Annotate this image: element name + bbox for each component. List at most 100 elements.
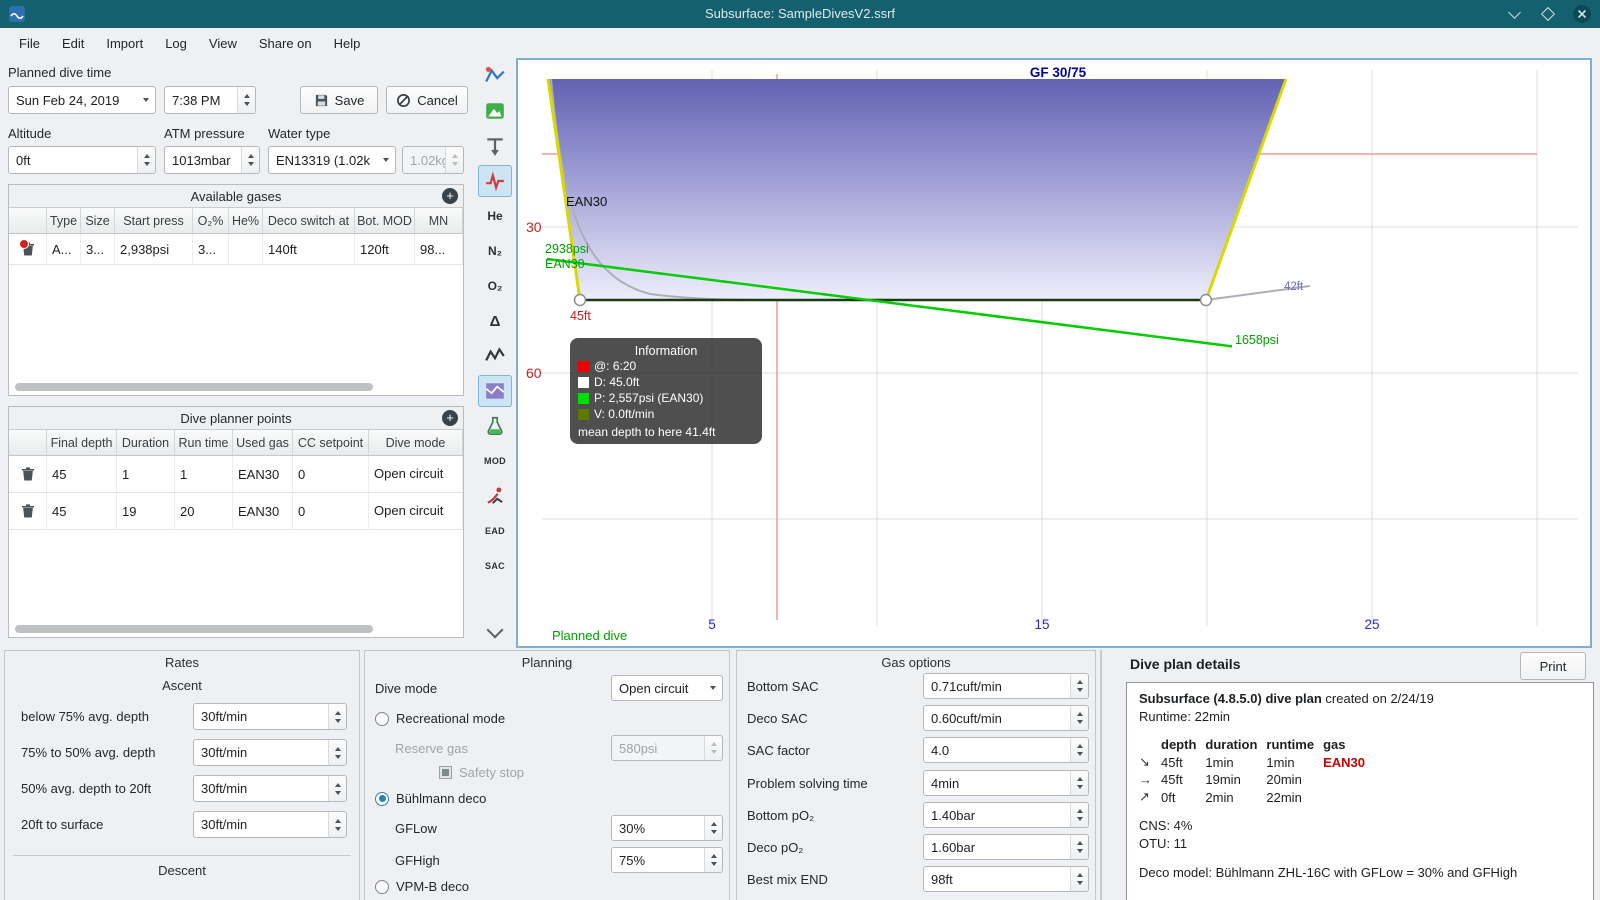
gas-cell-bot-mod[interactable]: 120ft [355,234,415,264]
toolbar-scroll-down-icon[interactable] [478,616,512,648]
point-cell-setpoint[interactable]: 0 [293,493,369,529]
spinner-arrows-icon[interactable] [704,816,722,840]
planner-point-row[interactable]: 45 1 1 EAN30 0 Open circuit [9,456,463,493]
add-point-button[interactable]: + [442,410,458,426]
time-spinner[interactable]: 7:38 PM [164,86,256,114]
water-type-select[interactable]: EN13319 (1.02k [268,146,396,174]
vpmb-deco-radio[interactable]: VPM-B deco [375,879,469,894]
save-button[interactable]: Save [300,86,378,114]
toolbar-gas-icon[interactable] [478,410,512,442]
gas-cell-he[interactable] [229,234,263,264]
spinner-arrows-icon[interactable] [1070,738,1088,762]
spinner-arrows-icon[interactable] [328,776,346,801]
deco-sac-spinner[interactable]: 0.60cuft/min [923,705,1089,731]
toolbar-ndl-icon[interactable] [478,480,512,512]
ascent-rate-spinner-3[interactable]: 30ft/min [193,775,347,802]
points-horizontal-scrollbar[interactable] [15,625,373,633]
toolbar-dc-ceiling-icon[interactable]: Δ [478,305,512,337]
toolbar-mod-icon[interactable]: MOD [478,445,512,477]
problem-solving-time-spinner[interactable]: 4min [923,770,1089,796]
toolbar-pp-o2-icon[interactable]: O₂ [478,270,512,302]
gfhigh-spinner[interactable]: 75% [611,847,723,873]
close-icon[interactable] [1572,4,1592,24]
gas-table-row[interactable]: A... 3... 2,938psi 3... 140ft 120ft 98..… [9,234,463,265]
delete-point-icon[interactable] [20,503,36,519]
ascent-rate-spinner-4[interactable]: 30ft/min [193,811,347,838]
minimize-icon[interactable] [1504,4,1524,24]
dive-mode-select[interactable]: Open circuit [611,675,723,701]
gas-cell-mnd[interactable]: 98... [415,234,463,264]
spinner-arrows-icon[interactable] [328,740,346,765]
gas-cell-start-press[interactable]: 2,938psi [115,234,193,264]
bottom-sac-spinner[interactable]: 0.71cuft/min [923,673,1089,699]
spinner-arrows-icon[interactable] [237,87,255,113]
menu-file[interactable]: File [8,32,51,55]
point-cell-runtime[interactable]: 1 [175,456,233,492]
best-mix-end-spinner[interactable]: 98ft [923,866,1089,892]
menu-share-on[interactable]: Share on [248,32,323,55]
spinner-arrows-icon[interactable] [241,147,259,173]
altitude-spinner[interactable]: 0ft [8,146,156,174]
toolbar-ead-icon[interactable]: EAD [478,515,512,547]
point-cell-setpoint[interactable]: 0 [293,456,369,492]
point-cell-gas[interactable]: EAN30 [233,493,293,529]
panel-splitter[interactable] [1100,650,1102,900]
spinner-arrows-icon[interactable] [704,848,722,872]
gflow-spinner[interactable]: 30% [611,815,723,841]
point-cell-duration[interactable]: 1 [117,456,175,492]
ascent-rate-spinner-2[interactable]: 30ft/min [193,739,347,766]
menu-import[interactable]: Import [95,32,154,55]
delete-point-icon[interactable] [20,466,36,482]
spinner-arrows-icon[interactable] [1070,706,1088,730]
delete-cylinder-icon[interactable] [18,239,36,257]
date-select[interactable]: Sun Feb 24, 2019 [8,86,156,114]
menu-edit[interactable]: Edit [51,32,95,55]
gases-horizontal-scrollbar[interactable] [15,383,373,391]
gas-cell-type[interactable]: A... [47,234,81,264]
toolbar-sac-icon[interactable]: SAC [478,550,512,582]
toolbar-scale-icon[interactable] [478,60,512,92]
dive-profile-chart[interactable]: GF 30/75 30 60 5 15 25 EAN30 2938psi EAN… [516,58,1592,648]
maximize-icon[interactable] [1538,4,1558,24]
point-cell-depth[interactable]: 45 [47,456,117,492]
profile-handle-start[interactable] [573,293,587,307]
bottom-po2-spinner[interactable]: 1.40bar [923,802,1089,828]
add-cylinder-button[interactable]: + [442,188,458,204]
sac-factor-spinner[interactable]: 4.0 [923,737,1089,763]
gas-cell-o2[interactable]: 3... [193,234,229,264]
menu-help[interactable]: Help [323,32,372,55]
point-cell-duration[interactable]: 19 [117,493,175,529]
atm-pressure-spinner[interactable]: 1013mbar [164,146,260,174]
toolbar-pp-he-icon[interactable]: He [478,200,512,232]
toolbar-tissues-icon[interactable] [478,340,512,372]
point-cell-gas[interactable]: EAN30 [233,456,293,492]
deco-po2-spinner[interactable]: 1.60bar [923,834,1089,860]
menu-log[interactable]: Log [154,32,198,55]
point-cell-mode[interactable]: Open circuit [369,493,463,529]
ascent-rate-spinner-1[interactable]: 30ft/min [193,703,347,730]
gas-cell-deco-switch[interactable]: 140ft [263,234,355,264]
menu-view[interactable]: View [198,32,248,55]
gas-cell-size[interactable]: 3... [81,234,115,264]
buhlmann-deco-radio[interactable]: Bühlmann deco [375,791,486,806]
recreational-mode-radio[interactable]: Recreational mode [375,711,505,726]
profile-handle-end[interactable] [1199,293,1213,307]
toolbar-ruler-icon[interactable] [478,130,512,162]
spinner-arrows-icon[interactable] [328,812,346,837]
spinner-arrows-icon[interactable] [328,704,346,729]
planner-point-row[interactable]: 45 19 20 EAN30 0 Open circuit [9,493,463,530]
spinner-arrows-icon[interactable] [1070,867,1088,891]
point-cell-mode[interactable]: Open circuit [369,456,463,492]
toolbar-photos-icon[interactable] [478,95,512,127]
spinner-arrows-icon[interactable] [1070,771,1088,795]
cancel-button[interactable]: Cancel [386,86,468,114]
spinner-arrows-icon[interactable] [1070,835,1088,859]
toolbar-heartrate-icon[interactable] [478,165,512,197]
spinner-arrows-icon[interactable] [137,147,155,173]
toolbar-calc-ceiling-icon[interactable] [478,375,512,407]
spinner-arrows-icon[interactable] [1070,674,1088,698]
toolbar-pp-n2-icon[interactable]: N₂ [478,235,512,267]
point-cell-depth[interactable]: 45 [47,493,117,529]
spinner-arrows-icon[interactable] [1070,803,1088,827]
print-button[interactable]: Print [1520,652,1586,680]
